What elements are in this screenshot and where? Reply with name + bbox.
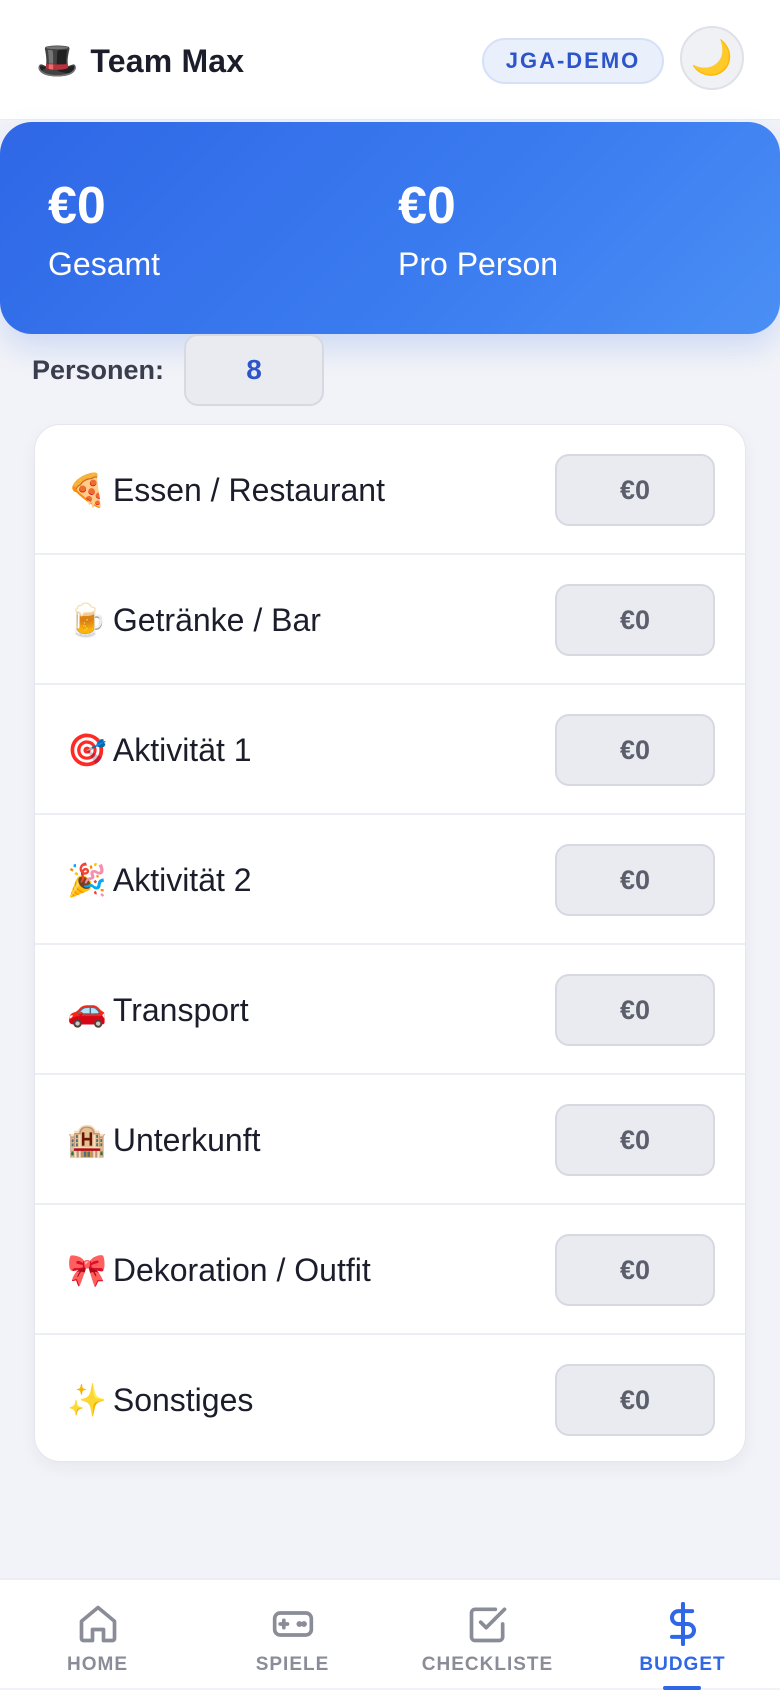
budget-items-list: 🍕 Essen / Restaurant €0 🍺 Getränke / Bar…: [34, 424, 746, 1462]
theme-toggle-button[interactable]: 🌙: [680, 26, 744, 90]
budget-item-transport: 🚗 Transport €0: [35, 945, 745, 1075]
budget-amount-input[interactable]: €0: [555, 1364, 715, 1436]
total-label: Gesamt: [48, 246, 161, 282]
tab-label: SPIELE: [255, 1654, 330, 1675]
persons-label: Personen:: [32, 354, 165, 385]
budget-item-unterkunft: 🏨 Unterkunft €0: [35, 1075, 745, 1205]
budget-item-dekoration: 🎀 Dekoration / Outfit €0: [35, 1205, 745, 1335]
budget-item-label: Aktivität 1: [112, 731, 252, 768]
top-hat-icon: 🎩: [36, 42, 79, 80]
sparkles-icon: ✨: [67, 1382, 107, 1418]
beer-icon: 🍺: [67, 602, 107, 638]
target-icon: 🎯: [67, 732, 107, 768]
app-header: 🎩 Team Max JGA-DEMO 🌙: [0, 0, 780, 120]
budget-item-sonstiges: ✨ Sonstiges €0: [35, 1335, 745, 1461]
budget-item-label: Unterkunft: [112, 1121, 261, 1158]
budget-summary-card: €0 Gesamt €0 Pro Person: [0, 122, 780, 334]
gamepad-icon: [272, 1611, 313, 1637]
tab-home[interactable]: HOME: [0, 1580, 195, 1690]
checkbox-icon: [469, 1607, 506, 1643]
brand: 🎩 Team Max: [36, 38, 244, 84]
dollar-icon: [669, 1602, 696, 1646]
per-person-summary: €0 Pro Person: [398, 180, 558, 283]
budget-amount-input[interactable]: €0: [555, 974, 715, 1046]
budget-item-label: Dekoration / Outfit: [112, 1251, 371, 1288]
budget-item-label: Getränke / Bar: [112, 601, 321, 638]
total-value: €0: [48, 177, 106, 235]
budget-item-label: Sonstiges: [112, 1381, 254, 1418]
per-person-value: €0: [398, 177, 456, 235]
party-popper-icon: 🎉: [67, 862, 107, 898]
tab-label: HOME: [67, 1654, 128, 1675]
tab-checkliste[interactable]: CHECKLISTE: [390, 1580, 585, 1690]
budget-amount-input[interactable]: €0: [555, 1104, 715, 1176]
budget-item-aktivitaet-2: 🎉 Aktivität 2 €0: [35, 815, 745, 945]
budget-item-label: Essen / Restaurant: [112, 471, 385, 508]
budget-item-aktivitaet-1: 🎯 Aktivität 1 €0: [35, 685, 745, 815]
budget-amount-input[interactable]: €0: [555, 714, 715, 786]
persons-row: Personen: 8: [32, 334, 324, 406]
budget-amount-input[interactable]: €0: [555, 584, 715, 656]
budget-item-label: Transport: [112, 991, 249, 1028]
persons-input[interactable]: 8: [184, 334, 324, 406]
budget-amount-input[interactable]: €0: [555, 454, 715, 526]
home-icon: [79, 1605, 116, 1643]
per-person-label: Pro Person: [398, 246, 559, 282]
car-icon: 🚗: [67, 992, 107, 1028]
tab-budget[interactable]: BUDGET: [585, 1580, 780, 1690]
tab-spiele[interactable]: SPIELE: [195, 1580, 390, 1690]
budget-item-label: Aktivität 2: [112, 861, 252, 898]
tab-label: CHECKLISTE: [421, 1654, 554, 1675]
demo-badge[interactable]: JGA-DEMO: [482, 38, 664, 84]
ribbon-icon: 🎀: [67, 1252, 107, 1288]
bottom-tab-bar: HOME SPIELE CHECKLISTE BUDGET: [0, 1578, 780, 1690]
budget-amount-input[interactable]: €0: [555, 1234, 715, 1306]
budget-item-essen: 🍕 Essen / Restaurant €0: [35, 425, 745, 555]
pizza-icon: 🍕: [67, 472, 107, 508]
active-tab-indicator: [663, 1686, 701, 1690]
budget-amount-input[interactable]: €0: [555, 844, 715, 916]
tab-label: BUDGET: [639, 1654, 726, 1675]
hotel-icon: 🏨: [67, 1122, 107, 1158]
total-summary: €0 Gesamt: [48, 180, 160, 283]
budget-item-getraenke: 🍺 Getränke / Bar €0: [35, 555, 745, 685]
moon-icon: 🌙: [690, 39, 734, 77]
team-name: Team Max: [90, 42, 245, 79]
